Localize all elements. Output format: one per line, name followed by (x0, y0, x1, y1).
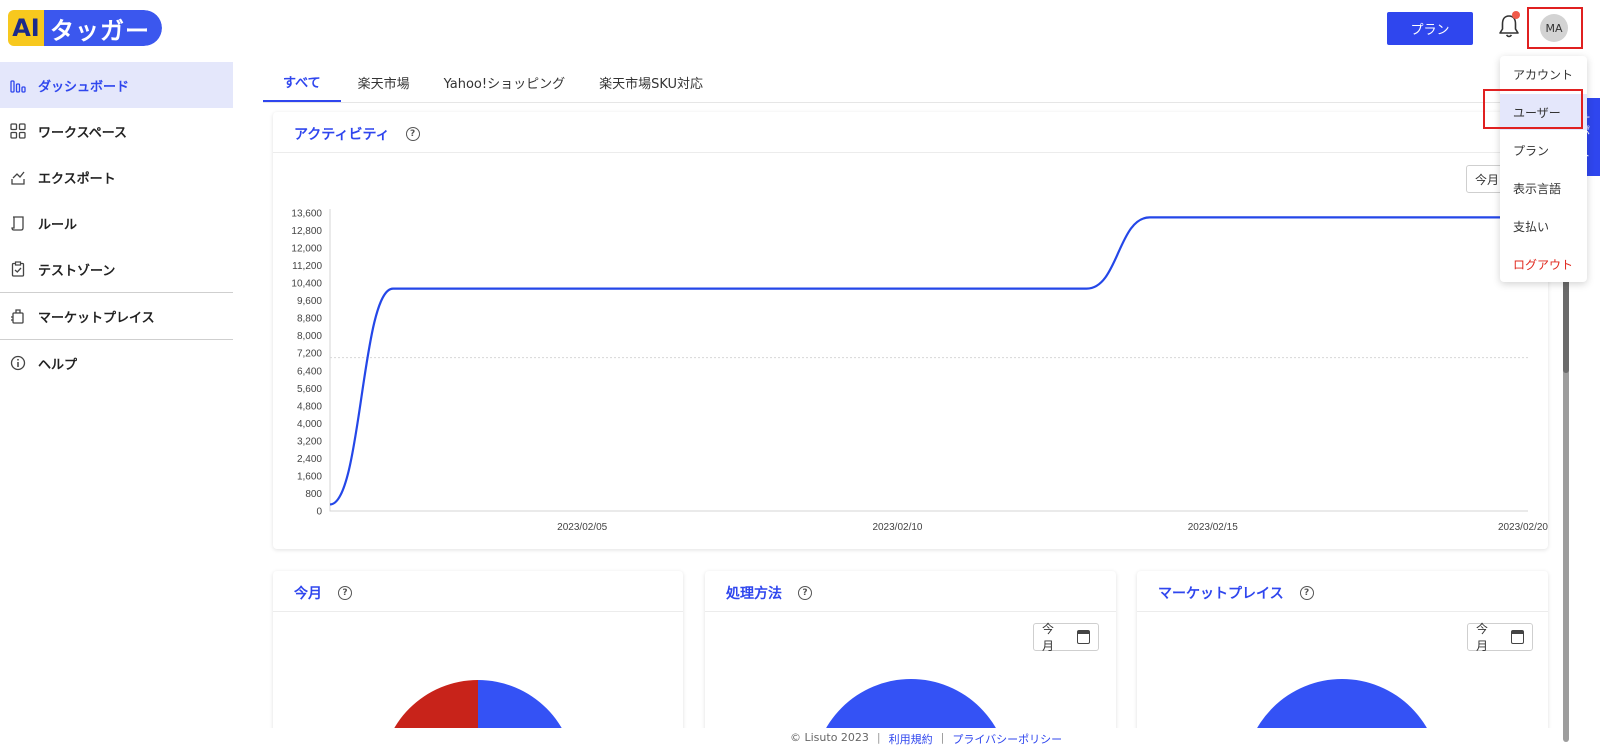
sidebar-item-label: ワークスペース (38, 125, 128, 141)
scroll-icon (11, 216, 24, 231)
y-tick-label: 11,200 (292, 261, 322, 272)
tab-rakuten[interactable]: 楽天市場 (341, 62, 427, 102)
store-icon (11, 309, 24, 324)
tab-rakuten-sku[interactable]: 楽天市場SKU対応 (582, 62, 720, 102)
sidebar-item-label: エクスポート (38, 171, 116, 187)
sidebar-item-label: テストゾーン (38, 263, 116, 279)
marketplace-tabs: すべて 楽天市場 Yahoo!ショッピング 楽天市場SKU対応 (263, 62, 1550, 103)
activity-series-line (329, 216, 1528, 506)
y-tick-label: 3,200 (297, 436, 322, 447)
activity-line-chart: 13,600 12,800 12,000 11,200 10,400 9,600 8,800… (291, 209, 1548, 534)
sidebar-item-label: ルール (38, 217, 78, 233)
grid-icon (10, 123, 26, 139)
y-tick-label: 8,000 (297, 331, 322, 342)
y-tick-label: 13,600 (291, 209, 322, 220)
sidebar-item-marketplace[interactable]: マーケットプレイス (0, 293, 233, 339)
donut-chart (1250, 679, 1434, 741)
sidebar-item-dashboard[interactable]: ダッシュボード (0, 62, 233, 108)
users-highlight-box (1483, 89, 1583, 129)
x-tick-label: 2023/02/05 (557, 522, 607, 533)
sidebar-item-workspace[interactable]: ワークスペース (0, 108, 233, 154)
sidebar-item-export[interactable]: エクスポート (0, 154, 233, 200)
marketplace-card: マーケットプレイス ? 今月 (1137, 571, 1548, 741)
app-logo[interactable]: AI タッガー (8, 10, 162, 46)
clipboard-check-icon (11, 261, 25, 277)
x-tick-label: 2023/02/10 (872, 522, 922, 533)
y-tick-label: 4,800 (297, 401, 322, 412)
menu-item-plan[interactable]: プラン (1500, 132, 1587, 168)
menu-item-logout[interactable]: ログアウト (1500, 246, 1587, 282)
export-icon (11, 171, 25, 185)
footer-separator: | (940, 731, 945, 744)
footer-separator: | (876, 731, 881, 744)
notification-dot (1512, 11, 1520, 19)
y-tick-label: 4,000 (297, 419, 322, 430)
processing-method-card: 処理方法 ? 今月 (705, 571, 1116, 741)
x-tick-label: 2023/02/20 (1498, 522, 1548, 533)
sidebar-item-label: マーケットプレイス (38, 310, 155, 326)
top-header: AI タッガー プラン MA (0, 0, 1600, 58)
sidebar-item-rules[interactable]: ルール (0, 200, 233, 246)
donut-chart (819, 679, 1003, 741)
logo-wordmark: タッガー (44, 10, 162, 46)
tab-yahoo[interactable]: Yahoo!ショッピング (427, 62, 582, 102)
logo-ai-mark: AI (8, 10, 44, 46)
sidebar-item-help[interactable]: ヘルプ (0, 340, 233, 386)
plan-button[interactable]: プラン (1387, 12, 1473, 45)
y-tick-label: 1,600 (297, 471, 322, 482)
copyright-text: © Lisuto 2023 (790, 731, 869, 744)
x-tick-label: 2023/02/15 (1188, 522, 1238, 533)
y-tick-label: 5,600 (297, 384, 322, 395)
y-tick-label: 2,400 (297, 454, 322, 465)
footer: © Lisuto 2023 | 利用規約 | プライバシーポリシー (0, 727, 1600, 749)
chart-axis (329, 209, 1528, 512)
this-month-card: 今月 ? (273, 571, 683, 741)
sidebar-item-label: ヘルプ (38, 357, 78, 373)
y-tick-label: 12,800 (291, 226, 322, 237)
y-tick-label: 10,400 (291, 279, 322, 290)
y-tick-label: 12,000 (291, 244, 322, 255)
privacy-link[interactable]: プライバシーポリシー (952, 731, 1062, 747)
y-tick-label: 800 (305, 489, 322, 500)
footer-links: © Lisuto 2023 | 利用規約 | プライバシーポリシー (790, 731, 1062, 747)
sidebar: ダッシュボード ワークスペース エクスポート ルール テストゾーン マーケットプ… (0, 62, 233, 386)
info-icon (10, 355, 26, 371)
donut-chart (388, 680, 568, 741)
y-tick-label: 9,600 (297, 296, 322, 307)
avatar[interactable]: MA (1540, 14, 1568, 42)
menu-item-payment[interactable]: 支払い (1500, 208, 1587, 244)
sidebar-item-testzone[interactable]: テストゾーン (0, 246, 233, 292)
y-tick-label: 7,200 (297, 349, 322, 360)
tab-all[interactable]: すべて (263, 62, 341, 102)
y-tick-label: 6,400 (297, 366, 322, 377)
terms-link[interactable]: 利用規約 (889, 731, 933, 747)
activity-card: アクティビティ ? 今月 13,600 12,800 12,000 11,200 10,… (273, 112, 1556, 549)
y-tick-label: 8,800 (297, 314, 322, 325)
bar-chart-icon (10, 80, 26, 93)
menu-item-account[interactable]: アカウント (1500, 56, 1587, 92)
menu-item-language[interactable]: 表示言語 (1500, 170, 1587, 206)
sidebar-item-label: ダッシュボード (38, 79, 130, 95)
y-tick-label: 0 (316, 507, 322, 518)
